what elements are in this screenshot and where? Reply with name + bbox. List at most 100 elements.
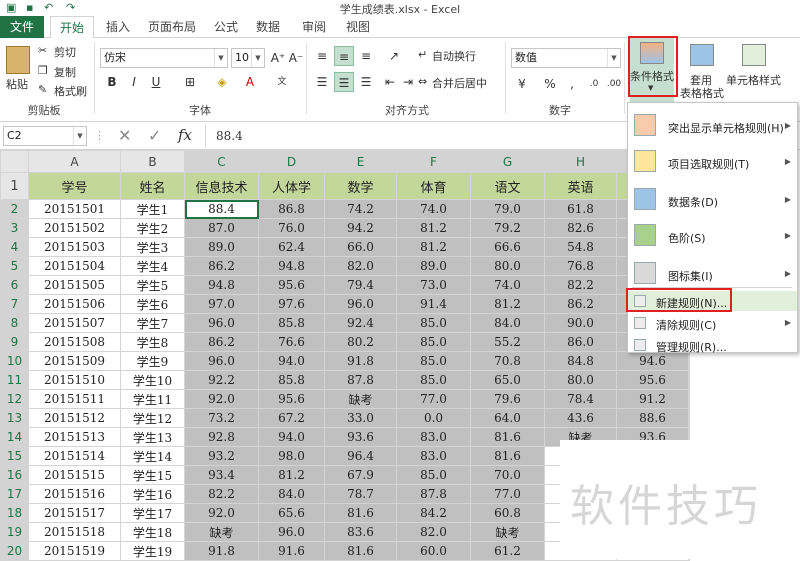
cell[interactable]: 84.0 xyxy=(258,484,325,504)
cell[interactable]: 20151516 xyxy=(28,484,121,504)
cell[interactable]: 94.8 xyxy=(184,275,259,295)
font-size-combo[interactable]: 10 ▼ xyxy=(231,48,265,68)
format-as-table-label-2[interactable]: 表格格式 xyxy=(680,85,724,101)
cell[interactable]: 20151511 xyxy=(28,389,121,409)
wrap-text-button[interactable]: 自动换行 xyxy=(432,48,476,64)
cell[interactable]: 83.6 xyxy=(324,522,397,542)
cell[interactable]: 20151507 xyxy=(28,313,121,333)
cell[interactable]: 92.0 xyxy=(184,389,259,409)
row-header[interactable]: 6 xyxy=(0,275,29,295)
cell[interactable]: 96.0 xyxy=(258,522,325,542)
cell[interactable]: 79.0 xyxy=(470,199,545,219)
cell[interactable]: 87.8 xyxy=(324,370,397,390)
brush-icon[interactable]: ✎ xyxy=(38,83,47,96)
cell[interactable]: 97.6 xyxy=(258,294,325,314)
menu-item-icon-sets[interactable]: 图标集(I) ▶ xyxy=(628,259,797,289)
cell[interactable]: 学生7 xyxy=(120,313,185,333)
cell[interactable]: 79.4 xyxy=(324,275,397,295)
font-name-combo[interactable]: 仿宋 ▼ xyxy=(100,48,228,68)
cell[interactable]: 96.0 xyxy=(184,351,259,371)
row-header[interactable]: 3 xyxy=(0,218,29,238)
cell[interactable]: 学生11 xyxy=(120,389,185,409)
cell-styles-icon[interactable] xyxy=(742,44,766,66)
cell[interactable]: 缺考 xyxy=(470,522,545,542)
increase-indent-icon[interactable]: ⇥ xyxy=(398,72,418,92)
cell[interactable]: 92.2 xyxy=(184,370,259,390)
cell[interactable]: 85.0 xyxy=(396,332,471,352)
cell[interactable]: 91.4 xyxy=(396,294,471,314)
cell[interactable]: 90.0 xyxy=(544,313,617,333)
cell[interactable]: 学生1 xyxy=(120,199,185,219)
cell[interactable]: 92.8 xyxy=(184,427,259,447)
cell[interactable]: 64.0 xyxy=(470,408,545,428)
cell[interactable]: 65.0 xyxy=(470,370,545,390)
header-cell[interactable]: 英语 xyxy=(544,172,617,200)
cell[interactable]: 66.6 xyxy=(470,237,545,257)
chevron-down-icon[interactable]: ▼ xyxy=(251,49,264,67)
cell[interactable]: 74.0 xyxy=(470,275,545,295)
row-header[interactable]: 17 xyxy=(0,484,29,504)
cell[interactable]: 97.0 xyxy=(184,294,259,314)
cell[interactable]: 0.0 xyxy=(396,408,471,428)
cell[interactable]: 73.0 xyxy=(396,275,471,295)
cell[interactable]: 60.8 xyxy=(470,503,545,523)
cell[interactable]: 61.2 xyxy=(470,541,545,561)
cell[interactable]: 学生15 xyxy=(120,465,185,485)
row-header[interactable]: 11 xyxy=(0,370,29,390)
cell[interactable]: 学生3 xyxy=(120,237,185,257)
cell[interactable]: 78.4 xyxy=(544,389,617,409)
cell[interactable]: 学生8 xyxy=(120,332,185,352)
cell[interactable]: 92.4 xyxy=(324,313,397,333)
column-header-f[interactable]: F xyxy=(396,150,471,173)
row-header[interactable]: 15 xyxy=(0,446,29,466)
chevron-down-icon[interactable]: ▼ xyxy=(73,127,86,145)
cell[interactable]: 94.0 xyxy=(258,351,325,371)
chevron-down-icon[interactable]: ▼ xyxy=(607,49,620,67)
menu-item-data-bars[interactable]: 数据条(D) ▶ xyxy=(628,185,797,215)
cell[interactable]: 79.6 xyxy=(470,389,545,409)
header-cell[interactable]: 体育 xyxy=(396,172,471,200)
cell[interactable]: 74.0 xyxy=(396,199,471,219)
cell[interactable]: 91.8 xyxy=(324,351,397,371)
cell[interactable]: 学生13 xyxy=(120,427,185,447)
menu-item-color-scales[interactable]: 色阶(S) ▶ xyxy=(628,221,797,251)
cell[interactable]: 62.4 xyxy=(258,237,325,257)
cell[interactable]: 学生4 xyxy=(120,256,185,276)
menu-item-manage-rules[interactable]: 管理规则(R)... xyxy=(628,335,797,355)
cell[interactable]: 20151519 xyxy=(28,541,121,561)
cell[interactable]: 81.6 xyxy=(324,503,397,523)
cell[interactable]: 学生5 xyxy=(120,275,185,295)
cell[interactable]: 82.0 xyxy=(324,256,397,276)
cell[interactable]: 84.8 xyxy=(544,351,617,371)
phonetic-icon[interactable]: 文 xyxy=(272,72,292,92)
cell[interactable]: 20151509 xyxy=(28,351,121,371)
cell[interactable]: 67.2 xyxy=(258,408,325,428)
cell[interactable]: 54.8 xyxy=(544,237,617,257)
cell[interactable]: 80.0 xyxy=(470,256,545,276)
align-right-icon[interactable]: ☰ xyxy=(356,72,376,92)
cell[interactable]: 82.2 xyxy=(184,484,259,504)
row-header[interactable]: 20 xyxy=(0,541,29,561)
decrease-indent-icon[interactable]: ⇤ xyxy=(380,72,400,92)
scissors-icon[interactable]: ✂ xyxy=(38,44,47,57)
cell[interactable]: 82.2 xyxy=(544,275,617,295)
menu-item-top-bottom-rules[interactable]: 项目选取规则(T) ▶ xyxy=(628,147,797,177)
cell[interactable]: 89.0 xyxy=(184,237,259,257)
cell[interactable]: 87.0 xyxy=(184,218,259,238)
tab-review[interactable]: 审阅 xyxy=(296,16,332,38)
grow-font-icon[interactable]: A⁺ xyxy=(268,48,288,68)
cell[interactable]: 缺考 xyxy=(184,522,259,542)
cell[interactable]: 73.2 xyxy=(184,408,259,428)
row-header[interactable]: 8 xyxy=(0,313,29,333)
align-center-icon[interactable]: ☰ xyxy=(334,72,354,92)
cell[interactable]: 20151506 xyxy=(28,294,121,314)
cell[interactable]: 95.6 xyxy=(258,275,325,295)
cell[interactable]: 67.9 xyxy=(324,465,397,485)
cell[interactable]: 学生10 xyxy=(120,370,185,390)
cell[interactable]: 学生2 xyxy=(120,218,185,238)
cell[interactable]: 33.0 xyxy=(324,408,397,428)
cell[interactable]: 学生17 xyxy=(120,503,185,523)
increase-decimal-icon[interactable]: .0 xyxy=(584,74,604,94)
cell[interactable]: 学生18 xyxy=(120,522,185,542)
bold-button[interactable]: B xyxy=(102,72,122,92)
